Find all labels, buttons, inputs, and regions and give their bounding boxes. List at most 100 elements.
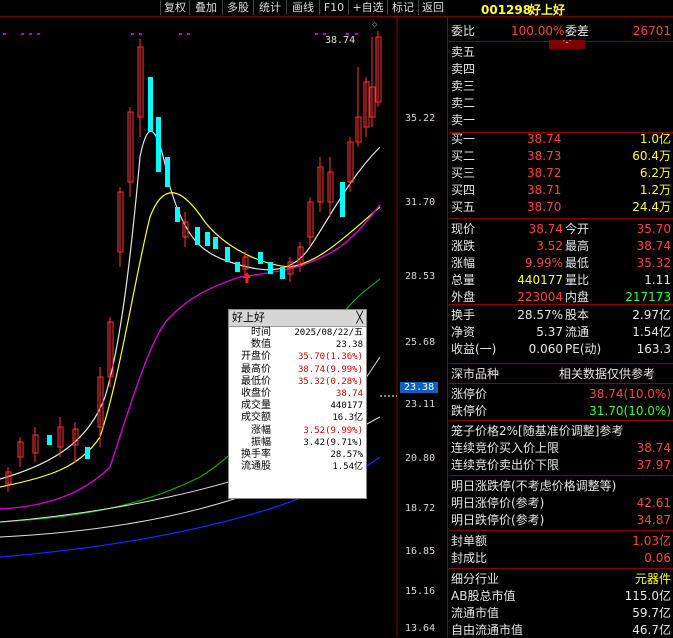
limit-down-label: 跌停价 xyxy=(451,404,488,418)
stats-row: 涨幅 9.99% 最低 35.32 xyxy=(449,255,673,271)
sell-row: 卖五 xyxy=(449,44,673,60)
mark-button[interactable]: 标记 xyxy=(387,0,418,15)
stats2-label-2: 股本 xyxy=(565,308,590,322)
kline-chart[interactable]: 38.74 ◇ 35.22 31.70 28.53 25.68 23.11 20… xyxy=(0,17,447,637)
industry-label: 细分行业 xyxy=(451,572,500,586)
axis-tick-7: 18.72 xyxy=(405,503,436,514)
axis-tick-8: 16.85 xyxy=(405,546,436,557)
axis-tick-9: 15.16 xyxy=(405,586,436,597)
stats-value-2: 1.11 xyxy=(644,273,671,287)
current-price-tag: 23.38 xyxy=(400,382,439,393)
industry-value[interactable]: 元器件 xyxy=(635,571,671,587)
stats-value-1: 38.74 xyxy=(528,222,563,236)
popup-row: 成交量 440177 xyxy=(229,400,366,412)
buy-row: 买四 38.71 1.2万 xyxy=(449,182,673,198)
weibi-value: 100.00% xyxy=(511,24,565,38)
stats2-label-1: 收益(一) xyxy=(451,342,497,356)
stats-row: 外盘 223004 内盘 217173 xyxy=(449,289,673,305)
popup-row: 换手率 28.57% xyxy=(229,449,366,461)
cage-down-label: 连续竞价卖出价下限 xyxy=(451,458,560,472)
stats2-value-2: 2.97亿 xyxy=(632,308,671,322)
limit-up-value: 38.74(10.0%) xyxy=(589,387,671,401)
stats-value-1: 3.52 xyxy=(536,239,563,253)
sell-label: 卖一 xyxy=(451,113,476,127)
buy-label: 买四 xyxy=(451,183,476,197)
back-button[interactable]: 返回 xyxy=(418,0,447,15)
popup-row: 振幅 3.42(9.71%) xyxy=(229,437,366,449)
popup-title: 好上好 xyxy=(232,311,265,324)
stats2-value-2: 163.3 xyxy=(636,342,671,356)
free-cap-value: 46.7亿 xyxy=(632,623,671,637)
stats-label-1: 总量 xyxy=(451,273,476,287)
stats2-row: 净资 5.37 流通 1.54亿 xyxy=(449,324,673,340)
axis-tick-4: 25.68 xyxy=(405,337,436,348)
buy-price: 38.72 xyxy=(527,166,562,180)
statistics-button[interactable]: 统计 xyxy=(253,0,286,15)
seal-amount-label: 封单额 xyxy=(451,534,488,548)
buy-price: 38.70 xyxy=(527,200,562,214)
stats-label-1: 涨跌 xyxy=(451,239,476,253)
buy-volume: 1.2万 xyxy=(639,183,671,197)
buy-price: 38.73 xyxy=(527,149,562,163)
stats-label-1: 现价 xyxy=(451,222,476,236)
axis-tick-1: 35.22 xyxy=(405,113,436,124)
cage-title: 笼子价格2%[随基准价调整]参考 xyxy=(451,424,624,438)
tomorrow-title: 明日涨跌停(不考虑价格调整等) xyxy=(451,479,617,493)
stats2-value-1: 28.57% xyxy=(517,308,563,322)
add-watchlist-button[interactable]: +自选 xyxy=(348,0,387,15)
popup-row: 开盘价 35.70(1.36%) xyxy=(229,351,366,363)
popup-rows: 时间 2025/08/22/五 数值 23.38 开盘价 35.70(1.36%) 最高价 3… xyxy=(229,327,366,473)
buy-label: 买二 xyxy=(451,149,476,163)
popup-row-label: 最高价 xyxy=(241,363,271,375)
popup-row-label: 数值 xyxy=(251,339,271,351)
overlay-button[interactable]: 叠加 xyxy=(189,0,222,15)
sell-label: 卖五 xyxy=(451,45,476,59)
stats2-value-1: 0.060 xyxy=(528,342,563,356)
diamond-icon: ◇ xyxy=(372,20,378,30)
stats-value-2: 38.74 xyxy=(636,239,671,253)
buy-row: 买五 38.70 24.4万 xyxy=(449,199,673,215)
close-icon[interactable]: ╳ xyxy=(356,310,363,326)
popup-row-value: 1.54亿 xyxy=(332,462,363,473)
popup-row: 流通股 1.54亿 xyxy=(229,461,366,473)
popup-row-label: 成交量 xyxy=(241,400,271,412)
stats-row: 总量 440177 量比 1.11 xyxy=(449,272,673,288)
tomorrow-up-value: 42.61 xyxy=(636,496,671,510)
tomorrow-down-label: 明日跌停价(参考) xyxy=(451,513,545,527)
sell-label: 卖四 xyxy=(451,62,476,76)
tomorrow-up-label: 明日涨停价(参考) xyxy=(451,496,545,510)
axis-tick-6: 20.80 xyxy=(405,453,436,464)
fuquan-button[interactable]: 复权 xyxy=(160,0,189,15)
axis-tick-2: 31.70 xyxy=(405,197,436,208)
popup-row: 时间 2025/08/22/五 xyxy=(229,327,366,339)
popup-row-value: 16.3亿 xyxy=(332,413,363,424)
market-note: 相关数据仅供参考 xyxy=(559,367,656,381)
stats-label-1: 外盘 xyxy=(451,290,476,304)
seal-ratio-label: 封成比 xyxy=(451,551,488,565)
buy-volume: 6.2万 xyxy=(639,166,671,180)
stats-value-2: 35.70 xyxy=(636,222,671,236)
axis-tick-10: 13.64 xyxy=(405,623,436,634)
stats-value-1: 440177 xyxy=(517,273,563,287)
popup-row-label: 成交额 xyxy=(241,412,271,424)
stats-label-2: 最低 xyxy=(565,256,590,270)
popup-row-label: 开盘价 xyxy=(241,351,271,363)
draw-line-button[interactable]: 画线 xyxy=(286,0,319,15)
cage-up-label: 连续竞价买入价上限 xyxy=(451,441,560,455)
sell-label: 卖二 xyxy=(451,96,476,110)
popup-row-label: 时间 xyxy=(251,327,271,338)
peak-price-label: 38.74 xyxy=(325,35,356,46)
stats-label-2: 最高 xyxy=(565,239,590,253)
popup-row-value: 35.70(1.36%) xyxy=(297,352,363,363)
f10-button[interactable]: F10 xyxy=(319,0,348,15)
stats2-label-2: PE(动) xyxy=(565,342,602,356)
buy-label: 买五 xyxy=(451,200,476,214)
popup-row-label: 振幅 xyxy=(251,436,271,448)
sell-row: 卖一 xyxy=(449,112,673,128)
cage-down-value: 37.97 xyxy=(636,458,671,472)
buy-volume: 60.4万 xyxy=(632,149,671,163)
popup-row-label: 流通股 xyxy=(241,461,271,473)
sell-row: 卖三 xyxy=(449,78,673,94)
stats2-label-1: 换手 xyxy=(451,308,476,322)
multi-stock-button[interactable]: 多股 xyxy=(222,0,253,15)
